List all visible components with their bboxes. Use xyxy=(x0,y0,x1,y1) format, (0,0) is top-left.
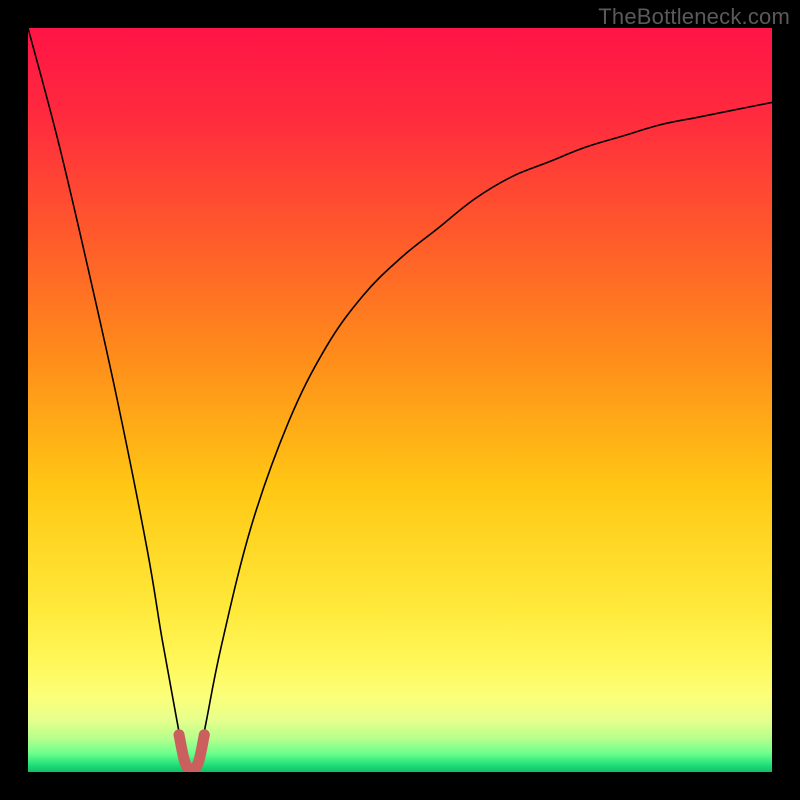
watermark-text: TheBottleneck.com xyxy=(598,4,790,30)
curve-layer xyxy=(28,28,772,772)
chart-frame: TheBottleneck.com xyxy=(0,0,800,800)
bottleneck-curve xyxy=(28,28,772,772)
optimal-range-marker xyxy=(179,735,204,770)
plot-area xyxy=(28,28,772,772)
